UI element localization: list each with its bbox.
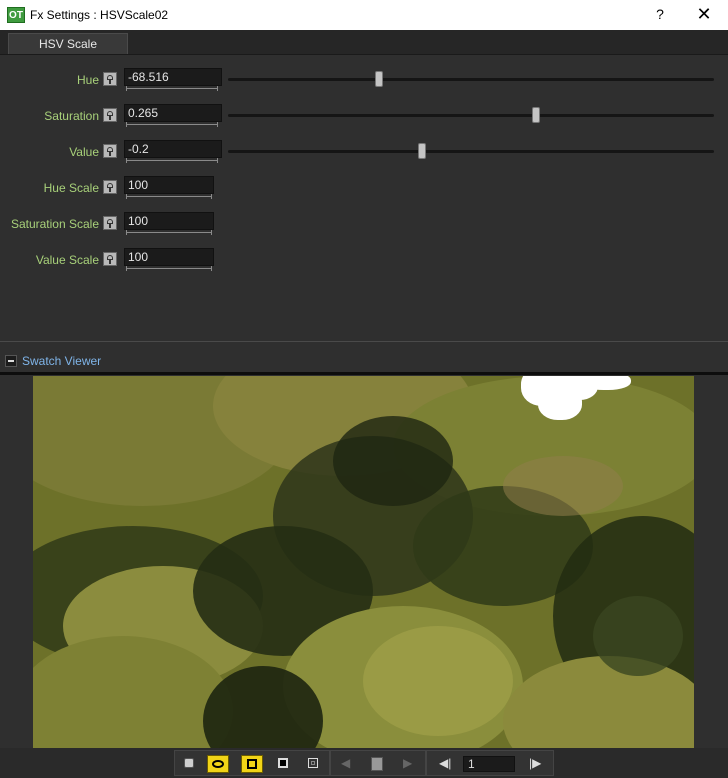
yellow-square-icon	[247, 759, 257, 769]
collapse-icon[interactable]	[5, 355, 17, 367]
lock-icon[interactable]	[103, 144, 117, 158]
swatch-viewer-border	[0, 372, 728, 375]
checkerboard-button[interactable]	[303, 755, 325, 773]
nested-square-icon	[308, 758, 318, 768]
transparency-check-button[interactable]	[241, 755, 263, 773]
param-row-value-scale: Value Scale 100	[0, 248, 728, 272]
black-square-icon	[278, 758, 288, 768]
saturation-scale-drag-handle[interactable]	[126, 230, 212, 235]
lock-icon[interactable]	[103, 108, 117, 122]
value-scale-field[interactable]: 100	[124, 248, 214, 266]
lock-icon[interactable]	[103, 216, 117, 230]
hue-slider-track[interactable]	[228, 78, 714, 81]
display-toggle-group	[174, 750, 330, 776]
lock-icon[interactable]	[103, 252, 117, 266]
hue-label: Hue	[76, 73, 99, 87]
hue-field[interactable]: -68.516	[124, 68, 222, 86]
preview-toggle-button[interactable]	[207, 755, 229, 773]
param-row-value: Value -0.2	[0, 140, 728, 164]
saturation-scale-label: Saturation Scale	[10, 217, 99, 231]
param-row-hue-scale: Hue Scale 100	[0, 176, 728, 200]
swatch-preview-image[interactable]	[33, 376, 694, 748]
previous-arrow-icon[interactable]: ◀	[341, 756, 350, 770]
window-title: Fx Settings : HSVScale02	[30, 8, 169, 22]
saturation-scale-field[interactable]: 100	[124, 212, 214, 230]
tab-bar: HSV Scale	[0, 30, 728, 55]
saturation-slider-handle[interactable]	[531, 107, 540, 123]
value-slider-track[interactable]	[228, 150, 714, 153]
hue-scale-label: Hue Scale	[43, 181, 99, 195]
eye-icon	[212, 760, 224, 768]
camera-settings-button[interactable]	[179, 755, 201, 773]
param-row-hue: Hue -68.516	[0, 68, 728, 92]
next-arrow-icon[interactable]: ▶	[403, 756, 412, 770]
value-scale-drag-handle[interactable]	[126, 266, 212, 271]
value-drag-handle[interactable]	[126, 158, 218, 163]
saturation-label: Saturation	[44, 109, 99, 123]
help-button[interactable]: ?	[652, 6, 668, 24]
close-button[interactable]: ✕	[694, 4, 714, 26]
param-row-saturation-scale: Saturation Scale 100	[0, 212, 728, 236]
frame-number-field[interactable]: 1	[463, 756, 515, 772]
value-slider-handle[interactable]	[418, 143, 427, 159]
hue-drag-handle[interactable]	[126, 86, 218, 91]
black-bg-button[interactable]	[273, 755, 295, 773]
camera-settings-icon	[184, 758, 194, 768]
saturation-drag-handle[interactable]	[126, 122, 218, 127]
first-frame-icon[interactable]: ◀|	[439, 756, 451, 770]
hue-slider-handle[interactable]	[374, 71, 383, 87]
panel-divider	[0, 341, 728, 342]
lock-icon[interactable]	[371, 757, 383, 771]
hue-scale-field[interactable]: 100	[124, 176, 214, 194]
swatch-viewer-header: Swatch Viewer	[0, 350, 728, 372]
lock-icon[interactable]	[103, 72, 117, 86]
tab-hsv-scale[interactable]: HSV Scale	[8, 33, 128, 54]
value-field[interactable]: -0.2	[124, 140, 222, 158]
app-logo-icon: OT	[7, 7, 25, 23]
hue-scale-drag-handle[interactable]	[126, 194, 212, 199]
param-row-saturation: Saturation 0.265	[0, 104, 728, 128]
frame-field-group: ◀| 1 |▶	[426, 750, 554, 776]
value-label: Value	[69, 145, 99, 159]
swatch-viewer-title[interactable]: Swatch Viewer	[22, 354, 101, 368]
saturation-slider-track[interactable]	[228, 114, 714, 117]
last-frame-icon[interactable]: |▶	[529, 756, 541, 770]
viewer-toolbar: ◀ ▶ ◀| 1 |▶	[0, 748, 728, 778]
frame-nav-group: ◀ ▶	[330, 750, 426, 776]
window-title-bar: OT Fx Settings : HSVScale02 ? ✕	[0, 0, 728, 30]
saturation-field[interactable]: 0.265	[124, 104, 222, 122]
value-scale-label: Value Scale	[35, 253, 99, 267]
lock-icon[interactable]	[103, 180, 117, 194]
